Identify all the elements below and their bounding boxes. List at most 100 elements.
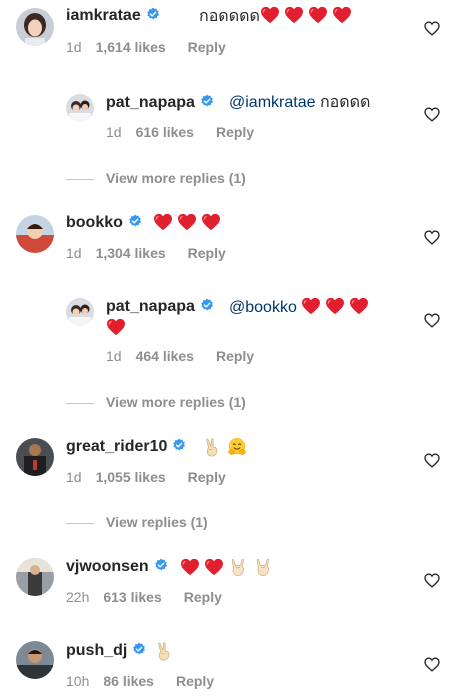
username[interactable]: iamkratae <box>66 6 160 26</box>
comment-text: กอดดดด <box>199 6 356 27</box>
avatar[interactable] <box>16 558 54 596</box>
comment-text-continued <box>106 318 130 339</box>
victory-hand-emoji <box>154 641 174 661</box>
like-heart-icon[interactable] <box>424 230 440 245</box>
rock-on-hand-emoji <box>253 557 273 577</box>
verified-badge-icon <box>200 298 214 312</box>
comment-text: @iamkratae กอดดด <box>229 93 370 113</box>
divider <box>66 402 94 404</box>
likes-count[interactable]: 1,614 likes <box>96 39 166 55</box>
avatar[interactable] <box>16 215 54 253</box>
likes-count[interactable]: 1,055 likes <box>96 469 166 485</box>
verified-badge-icon <box>146 7 160 21</box>
username-text[interactable]: pat_napapa <box>106 94 195 111</box>
likes-count[interactable]: 613 likes <box>103 589 161 605</box>
likes-count[interactable]: 86 likes <box>103 673 154 689</box>
mention-link[interactable]: @iamkratae <box>229 94 316 111</box>
username-text[interactable]: pat_napapa <box>106 298 195 315</box>
verified-badge-icon <box>132 642 146 656</box>
username-text[interactable]: push_dj <box>66 642 127 659</box>
hugging-face-emoji <box>227 437 247 457</box>
red-heart-emoji <box>106 318 126 336</box>
view-more-label[interactable]: View more replies (1) <box>106 170 246 186</box>
likes-count[interactable]: 464 likes <box>136 348 194 364</box>
likes-count[interactable]: 1,304 likes <box>96 245 166 261</box>
red-heart-emoji <box>284 6 304 24</box>
comment-text: @bookko <box>229 297 373 318</box>
comment-text <box>153 213 225 234</box>
comment-meta: 1d 1,055 likes Reply <box>66 468 226 486</box>
verified-badge-icon <box>154 558 168 572</box>
comment-text <box>180 557 278 579</box>
like-heart-icon[interactable] <box>424 313 440 328</box>
like-heart-icon[interactable] <box>424 657 440 672</box>
reply-button[interactable]: Reply <box>216 124 254 140</box>
verified-badge-icon <box>172 438 186 452</box>
reply-row: pat_napapa @iamkratae กอดดด 1d 616 likes R… <box>0 86 466 146</box>
red-heart-emoji <box>301 297 321 315</box>
comment-meta: 22h 613 likes Reply <box>66 588 222 606</box>
divider <box>66 178 94 180</box>
username-text[interactable]: bookko <box>66 214 123 231</box>
reply-button[interactable]: Reply <box>216 348 254 364</box>
view-more-replies[interactable]: View replies (1) <box>66 513 208 531</box>
comment-meta: 1d 616 likes Reply <box>106 123 254 141</box>
red-heart-emoji <box>153 213 173 231</box>
red-heart-emoji <box>201 213 221 231</box>
timestamp: 1d <box>66 245 82 261</box>
comment-row: vjwoonsen 22h 613 likes Reply <box>0 550 466 620</box>
avatar[interactable] <box>16 8 54 46</box>
like-heart-icon[interactable] <box>424 107 440 122</box>
comment-row: bookko 1d 1,304 likes Reply <box>0 205 466 275</box>
username[interactable]: bookko <box>66 213 142 233</box>
comment-row: iamkratae กอดดดด 1d 1,614 likes Reply <box>0 0 466 70</box>
timestamp: 22h <box>66 589 90 605</box>
red-heart-emoji <box>332 6 352 24</box>
avatar[interactable] <box>16 641 54 679</box>
mention-link[interactable]: @bookko <box>229 299 297 316</box>
avatar[interactable] <box>66 298 94 326</box>
username[interactable]: vjwoonsen <box>66 557 168 577</box>
comment-text <box>202 437 252 459</box>
like-heart-icon[interactable] <box>424 573 440 588</box>
comment-meta: 1d 1,614 likes Reply <box>66 38 226 56</box>
verified-badge-icon <box>128 214 142 228</box>
reply-button[interactable]: Reply <box>184 589 222 605</box>
comment-row: great_rider10 1d 1,055 likes Reply <box>0 430 466 500</box>
timestamp: 1d <box>66 39 82 55</box>
username[interactable]: great_rider10 <box>66 437 186 457</box>
view-more-label[interactable]: View more replies (1) <box>106 394 246 410</box>
reply-button[interactable]: Reply <box>176 673 214 689</box>
avatar[interactable] <box>16 438 54 476</box>
red-heart-emoji <box>308 6 328 24</box>
red-heart-emoji <box>325 297 345 315</box>
comment-meta: 1d 464 likes Reply <box>106 347 254 365</box>
timestamp: 1d <box>66 469 82 485</box>
username-text[interactable]: vjwoonsen <box>66 558 149 575</box>
verified-badge-icon <box>200 94 214 108</box>
timestamp: 1d <box>106 124 122 140</box>
likes-count[interactable]: 616 likes <box>136 124 194 140</box>
comment-meta: 10h 86 likes Reply <box>66 672 214 690</box>
reply-button[interactable]: Reply <box>188 39 226 55</box>
username[interactable]: pat_napapa <box>106 297 214 317</box>
like-heart-icon[interactable] <box>424 453 440 468</box>
view-more-label[interactable]: View replies (1) <box>106 514 208 530</box>
username-text[interactable]: iamkratae <box>66 7 141 24</box>
reply-row: pat_napapa @bookko 1d 464 likes Reply <box>0 290 466 370</box>
avatar[interactable] <box>66 94 94 122</box>
red-heart-emoji <box>204 558 224 576</box>
view-more-replies[interactable]: View more replies (1) <box>66 169 246 187</box>
reply-button[interactable]: Reply <box>188 245 226 261</box>
username[interactable]: push_dj <box>66 641 146 661</box>
timestamp: 1d <box>106 348 122 364</box>
comment-meta: 1d 1,304 likes Reply <box>66 244 226 262</box>
like-heart-icon[interactable] <box>424 21 440 36</box>
victory-hand-emoji <box>202 437 222 457</box>
reply-button[interactable]: Reply <box>188 469 226 485</box>
username[interactable]: pat_napapa <box>106 93 214 113</box>
username-text[interactable]: great_rider10 <box>66 438 167 455</box>
comment-row: push_dj 10h 86 likes Reply <box>0 633 466 696</box>
view-more-replies[interactable]: View more replies (1) <box>66 393 246 411</box>
red-heart-emoji <box>180 558 200 576</box>
